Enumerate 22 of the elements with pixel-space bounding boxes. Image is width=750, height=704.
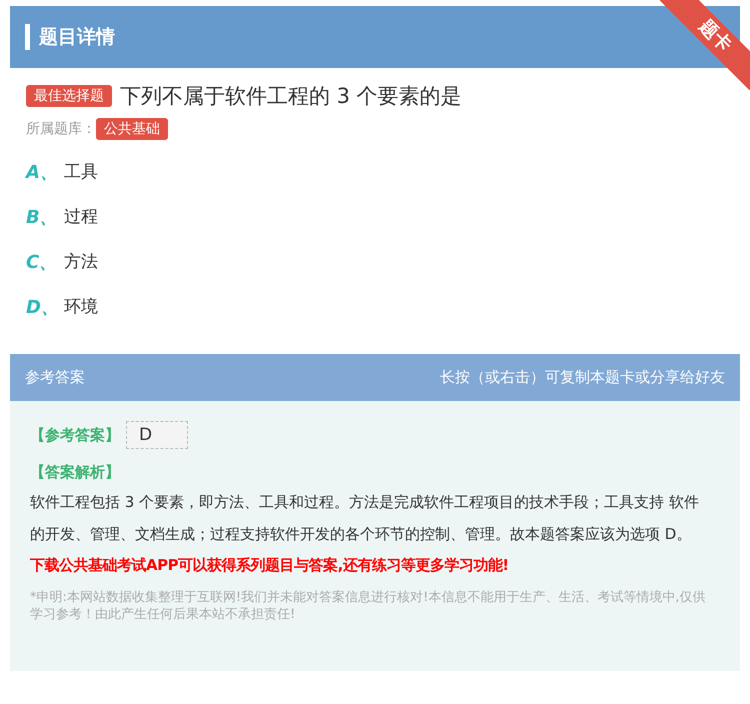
question-type-badge: 最佳选择题 (26, 85, 112, 107)
promo-text: 下载公共基础考试APP可以获得系列题目与答案,还有练习等更多学习功能! (30, 556, 510, 575)
answer-image: D (126, 421, 188, 449)
header-title: 题目详情 (39, 25, 115, 50)
option-text: 过程 (64, 206, 98, 228)
option-text: 环境 (64, 296, 98, 318)
disclaimer-text: *申明:本网站数据收集整理于互联网!我们并未能对答案信息进行核对!本信息不能用于生产、生活、考试等情境中,仅供学习参考！由此产生任何后果本站不承担责任! (30, 589, 706, 623)
option-letter: C、 (26, 250, 58, 274)
analysis-text: 软件工程包括 3 个要素，即方法、工具和过程。方法是完成软件工程项目的技术手段；工具支持 软件的开发、管理、文档生成；过程支持软件开发的各个环节的控制、管理。故本题答案应该为选项 D。 (30, 492, 700, 545)
accent-bar (25, 24, 30, 50)
option-letter: A、 (26, 160, 59, 184)
share-hint: 长按（或右击）可复制本题卡或分享给好友 (440, 368, 725, 387)
option-text: 方法 (64, 251, 98, 273)
bank-label: 所属题库： (26, 120, 96, 138)
option-text: 工具 (64, 161, 98, 183)
option-letter: B、 (26, 206, 59, 228)
option-letter: D、 (26, 296, 60, 318)
answer-label: 【参考答案】 (30, 426, 120, 444)
bank-badge: 公共基础 (96, 118, 168, 140)
analysis-label: 【答案解析】 (30, 463, 121, 482)
question-text: 下列不属于软件工程的 3 个要素的是 (120, 83, 462, 110)
answer-header-title: 参考答案 (25, 368, 85, 387)
